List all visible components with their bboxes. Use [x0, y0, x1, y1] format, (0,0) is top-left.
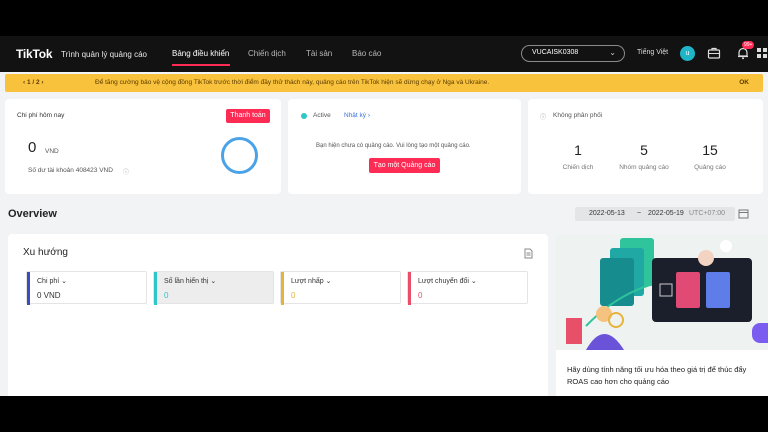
timezone: UTC+07:00 — [689, 210, 725, 217]
nav-dashboard[interactable]: Bảng điều khiển — [172, 49, 229, 58]
status-dot — [301, 113, 307, 119]
nav-campaigns[interactable]: Chiến dịch — [248, 49, 286, 58]
notification-badge: 99+ — [742, 41, 755, 49]
metric-color-bar — [154, 272, 157, 305]
cost-unit: VND — [45, 148, 59, 155]
date-start: 2022-05-13 — [589, 210, 625, 217]
cost-value: 0 — [28, 139, 37, 156]
metric-label: Lượt nhấp ⌄ — [291, 278, 332, 285]
chat-help-button[interactable] — [752, 323, 768, 343]
nav-assets[interactable]: Tài sản — [306, 49, 332, 58]
info-icon: ⓘ — [540, 115, 547, 121]
overview-title: Overview — [8, 208, 57, 220]
promo-illustration — [556, 234, 768, 350]
metric-color-bar — [408, 272, 411, 305]
trend-card: Xu hướng — [8, 234, 548, 396]
language-selector[interactable]: Tiếng Việt — [637, 49, 668, 56]
metric-color-bar — [27, 272, 30, 305]
date-separator: ~ — [637, 210, 642, 217]
status-card: Active Nhật ký › Bạn hiện chưa có quảng … — [288, 99, 521, 194]
account-selector[interactable]: VUCAISK0308 ⌄ — [521, 45, 625, 62]
metric-conversions[interactable]: Lượt chuyển đổi ⌄ 0 — [407, 271, 528, 305]
activity-log-link[interactable]: Nhật ký › — [344, 112, 370, 119]
info-icon[interactable]: ⓘ — [123, 167, 129, 176]
metric-value: 0 — [418, 291, 423, 300]
promo-card: Hãy dùng tính năng tối ưu hóa theo giá t… — [556, 234, 768, 396]
account-name: VUCAISK0308 — [532, 49, 579, 56]
campaign-count: 1 — [574, 142, 582, 158]
metric-label: Lượt chuyển đổi ⌄ — [418, 278, 477, 285]
banner-pager[interactable]: ‹ 1 / 2 › — [23, 79, 44, 86]
trend-title: Xu hướng — [23, 247, 68, 258]
metric-clicks[interactable]: Lượt nhấp ⌄ 0 — [280, 271, 401, 305]
announcement-banner: ‹ 1 / 2 › Để tăng cường bảo vệ cộng đồng… — [5, 74, 763, 92]
create-ad-button[interactable]: Tạo một Quảng cáo — [369, 158, 440, 173]
date-end: 2022-05-19 — [648, 210, 684, 217]
avatar[interactable]: u — [680, 46, 695, 61]
metric-label: Chi phí ⌄ — [37, 278, 67, 285]
metric-impressions[interactable]: Số lần hiển thị ⌄ 0 — [153, 271, 274, 305]
adgroup-count: 5 — [640, 142, 648, 158]
metric-value: 0 — [291, 291, 296, 300]
document-icon[interactable] — [524, 248, 533, 259]
nav-active-indicator — [172, 64, 230, 66]
metric-value: 0 VND — [37, 291, 61, 300]
ad-count-label: Quảng cáo — [694, 164, 726, 171]
banner-message: Để tăng cường bảo vệ cộng đồng TikTok tr… — [95, 79, 490, 86]
briefcase-icon[interactable] — [707, 46, 721, 60]
campaign-count-label: Chiến dịch — [562, 164, 594, 171]
delivery-card: ⓘ Không phân phối 1 Chiến dịch 5 Nhóm qu… — [528, 99, 763, 194]
metric-cost[interactable]: Chi phí ⌄ 0 VND — [26, 271, 147, 305]
status-label: Active — [313, 112, 331, 119]
ad-count: 15 — [702, 142, 718, 158]
banner-ok-button[interactable]: OK — [739, 79, 749, 86]
calendar-icon[interactable] — [738, 208, 749, 219]
top-navigation: TikTok Trình quản lý quảng cáo Bảng điều… — [0, 36, 768, 72]
account-balance: Số dư tài khoản 408423 VND — [28, 167, 113, 174]
empty-ads-message: Bạn hiện chưa có quảng cáo. Vui lòng tạo… — [316, 143, 471, 149]
chevron-down-icon: ⌄ — [609, 48, 616, 57]
spend-progress-ring — [221, 137, 258, 174]
promo-caption: Hãy dùng tính năng tối ưu hóa theo giá t… — [567, 365, 747, 386]
apps-icon[interactable] — [756, 46, 768, 60]
cost-title: Chi phí hôm nay — [17, 112, 65, 119]
pay-button[interactable]: Thanh toán — [226, 109, 270, 123]
metric-value: 0 — [164, 291, 169, 300]
delivery-title: Không phân phối — [553, 112, 603, 119]
metric-color-bar — [281, 272, 284, 305]
metric-label: Số lần hiển thị ⌄ — [164, 278, 217, 285]
logo-subtitle: Trình quản lý quảng cáo — [61, 50, 147, 59]
tiktok-logo[interactable]: TikTok — [16, 47, 53, 61]
adgroup-count-label: Nhóm quảng cáo — [619, 164, 669, 171]
date-range-picker[interactable]: 2022-05-13 ~ 2022-05-19 UTC+07:00 — [575, 207, 735, 221]
nav-reports[interactable]: Báo cáo — [352, 49, 381, 58]
